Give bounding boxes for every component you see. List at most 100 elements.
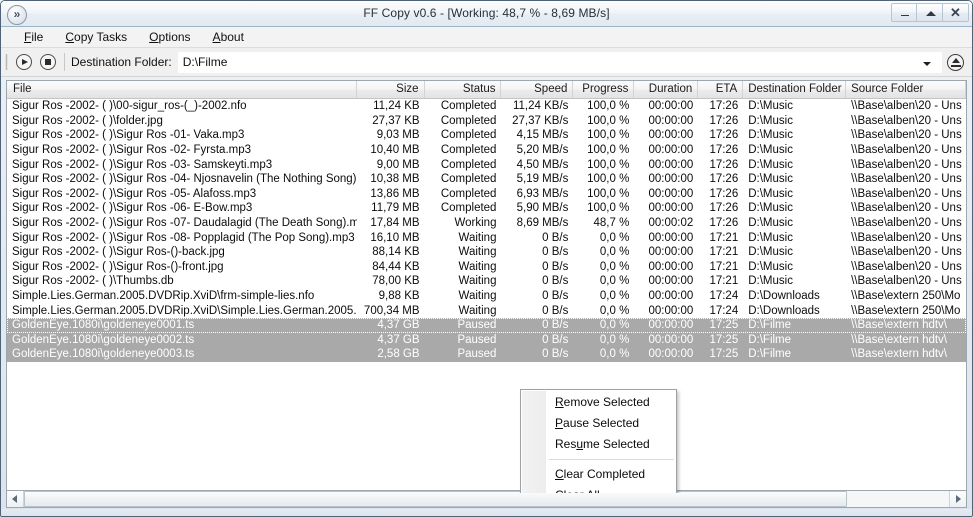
cell-speed: 5,20 MB/s bbox=[516, 144, 569, 157]
table-row[interactable]: Sigur Ros -2002- ( )\Sigur Ros -07- Daud… bbox=[7, 216, 966, 231]
cell-file: Sigur Ros -2002- ( )\Sigur Ros -05- Alaf… bbox=[12, 187, 257, 200]
cell-eta: 17:24 bbox=[709, 304, 739, 317]
cell-file: Sigur Ros -2002- ( )\Sigur Ros -06- E-Bo… bbox=[12, 202, 253, 215]
cell-file: Sigur Ros -2002- ( )\Sigur Ros-()-back.j… bbox=[12, 246, 225, 259]
column-header-source-folder[interactable]: Source Folder bbox=[846, 81, 966, 98]
cell-status: Completed bbox=[440, 187, 497, 200]
table-row[interactable]: Sigur Ros -2002- ( )\00-sigur_ros-(_)-20… bbox=[7, 99, 966, 114]
cell-file: Sigur Ros -2002- ( )\Sigur Ros -02- Fyrs… bbox=[12, 144, 252, 157]
table-row[interactable]: Sigur Ros -2002- ( )\Sigur Ros -04- Njos… bbox=[7, 172, 966, 187]
table-row[interactable]: Sigur Ros -2002- ( )\Sigur Ros -06- E-Bo… bbox=[7, 201, 966, 216]
menu-item-options[interactable]: Options bbox=[138, 28, 201, 46]
cell-source: \\Base\alben\20 - Uns bbox=[851, 217, 962, 230]
scrollbar-track[interactable] bbox=[24, 491, 949, 507]
context-menu[interactable]: Remove Selected Pause Selected Resume Sele… bbox=[520, 389, 677, 493]
cell-speed: 4,15 MB/s bbox=[516, 129, 569, 142]
table-row[interactable]: Sigur Ros -2002- ( )\Sigur Ros -02- Fyrs… bbox=[7, 143, 966, 158]
cell-speed: 27,37 KB/s bbox=[512, 114, 569, 127]
cell-speed: 11,24 KB/s bbox=[512, 100, 569, 113]
cell-status: Completed bbox=[440, 114, 497, 127]
cell-speed: 0 B/s bbox=[542, 246, 569, 259]
cell-duration: 00:00:00 bbox=[648, 202, 694, 215]
table-row[interactable]: Sigur Ros -2002- ( )\folder.jpg 27,37 KB C… bbox=[7, 114, 966, 129]
table-row[interactable]: Simple.Lies.German.2005.DVDRip.XviD\frm-… bbox=[7, 289, 966, 304]
window-title: FF Copy v0.6 - [Working: 48,7 % - 8,69 M… bbox=[363, 6, 610, 20]
cell-status: Working bbox=[454, 217, 497, 230]
title-bar[interactable]: » FF Copy v0.6 - [Working: 48,7 % - 8,69… bbox=[1, 1, 972, 27]
cell-source: \\Base\alben\20 - Uns bbox=[851, 114, 962, 127]
context-menu-item-resume-selected[interactable]: Resume Selected bbox=[521, 434, 676, 455]
cell-progress: 100,0 % bbox=[587, 144, 630, 157]
table-row[interactable]: Sigur Ros -2002- ( )\Sigur Ros -03- Sams… bbox=[7, 157, 966, 172]
cell-source: \\Base\alben\20 - Uns bbox=[851, 231, 962, 244]
cell-size: 13,86 MB bbox=[370, 187, 420, 200]
context-menu-item-clear-completed[interactable]: Clear Completed bbox=[521, 464, 676, 485]
cell-eta: 17:25 bbox=[709, 348, 739, 361]
cell-size: 2,58 GB bbox=[377, 348, 420, 361]
cell-eta: 17:26 bbox=[709, 129, 739, 142]
cell-status: Completed bbox=[440, 144, 497, 157]
table-row[interactable]: Sigur Ros -2002- ( )\Sigur Ros -08- Popp… bbox=[7, 230, 966, 245]
menu-item-about[interactable]: About bbox=[202, 28, 255, 46]
scrollbar-thumb[interactable] bbox=[24, 491, 848, 507]
column-header-duration[interactable]: Duration bbox=[634, 81, 699, 98]
column-header-progress[interactable]: Progress bbox=[573, 81, 635, 98]
toolbar-grip[interactable] bbox=[5, 54, 8, 70]
table-row[interactable]: Sigur Ros -2002- ( )\Thumbs.db 78,00 KB Wa… bbox=[7, 274, 966, 289]
context-menu-item-pause-selected[interactable]: Pause Selected bbox=[521, 413, 676, 434]
table-row[interactable]: Sigur Ros -2002- ( )\Sigur Ros -05- Alaf… bbox=[7, 187, 966, 202]
play-icon bbox=[16, 54, 32, 70]
cell-status: Completed bbox=[440, 100, 497, 113]
browse-folder-button[interactable] bbox=[944, 50, 968, 74]
scroll-right-button[interactable] bbox=[949, 491, 966, 507]
table-row[interactable]: GoldenEye.1080i\goldeneye0001.ts 4,37 GB P… bbox=[7, 317, 966, 333]
table-row[interactable]: Sigur Ros -2002- ( )\Sigur Ros-()-front.… bbox=[7, 260, 966, 275]
cell-file: Simple.Lies.German.2005.DVDRip.XviD\frm-… bbox=[12, 290, 315, 303]
column-header-speed[interactable]: Speed bbox=[501, 81, 574, 98]
scroll-left-button[interactable] bbox=[7, 491, 24, 507]
table-row[interactable]: Sigur Ros -2002- ( )\Sigur Ros-()-back.j… bbox=[7, 245, 966, 260]
stop-button[interactable] bbox=[37, 51, 59, 73]
table-row[interactable]: Sigur Ros -2002- ( )\Sigur Ros -01- Vaka… bbox=[7, 128, 966, 143]
column-header-destination-folder[interactable]: Destination Folder bbox=[743, 81, 847, 98]
cell-source: \\Base\extern 250\Mo bbox=[851, 304, 961, 317]
table-row[interactable]: Simple.Lies.German.2005.DVDRip.XviD\Simp… bbox=[7, 303, 966, 318]
column-header-file[interactable]: File bbox=[7, 81, 357, 98]
column-header-eta[interactable]: ETA bbox=[698, 81, 744, 98]
cell-eta: 17:26 bbox=[709, 187, 739, 200]
table-row[interactable]: GoldenEye.1080i\goldeneye0003.ts 2,58 GB P… bbox=[7, 347, 966, 362]
table-row[interactable]: GoldenEye.1080i\goldeneye0002.ts 4,37 GB P… bbox=[7, 332, 966, 348]
cell-source: \\Base\extern hdtv\ bbox=[851, 319, 947, 332]
cell-size: 84,44 KB bbox=[372, 260, 420, 273]
context-menu-item-clear-all[interactable]: Clear All bbox=[521, 485, 676, 493]
horizontal-scrollbar[interactable] bbox=[6, 490, 967, 508]
chevron-down-icon[interactable] bbox=[923, 61, 931, 66]
maximize-button[interactable] bbox=[917, 3, 943, 22]
cell-speed: 0 B/s bbox=[542, 290, 569, 303]
cell-size: 700,34 MB bbox=[363, 304, 420, 317]
close-button[interactable]: ✕ bbox=[943, 3, 969, 22]
cell-destination: D:\Filme bbox=[748, 333, 792, 346]
cell-source: \\Base\alben\20 - Uns bbox=[851, 129, 962, 142]
cell-file: Sigur Ros -2002- ( )\Thumbs.db bbox=[12, 275, 174, 288]
cell-eta: 17:26 bbox=[709, 173, 739, 186]
menu-item-copy-tasks[interactable]: Copy Tasks bbox=[54, 28, 138, 46]
context-menu-item-remove-selected[interactable]: Remove Selected bbox=[521, 392, 676, 413]
copy-task-list[interactable]: File Size Status Speed Progress Duration… bbox=[6, 80, 967, 494]
cell-size: 11,79 MB bbox=[371, 202, 420, 215]
cell-size: 10,38 MB bbox=[370, 173, 420, 186]
column-header-status[interactable]: Status bbox=[425, 81, 502, 98]
cell-speed: 0 B/s bbox=[542, 304, 569, 317]
main-window: » FF Copy v0.6 - [Working: 48,7 % - 8,69… bbox=[0, 0, 973, 517]
minimize-button[interactable] bbox=[891, 3, 917, 22]
menu-item-file[interactable]: File bbox=[13, 28, 54, 46]
cell-size: 88,14 KB bbox=[372, 246, 420, 259]
destination-folder-combobox[interactable]: D:\Filme bbox=[177, 51, 942, 73]
cell-status: Waiting bbox=[458, 260, 497, 273]
column-header-size[interactable]: Size bbox=[357, 81, 425, 98]
start-button[interactable] bbox=[13, 51, 35, 73]
cell-destination: D:\Music bbox=[748, 260, 793, 273]
cell-destination: D:\Music bbox=[748, 217, 793, 230]
cell-duration: 00:00:02 bbox=[648, 217, 694, 230]
context-menu-separator bbox=[549, 459, 674, 460]
